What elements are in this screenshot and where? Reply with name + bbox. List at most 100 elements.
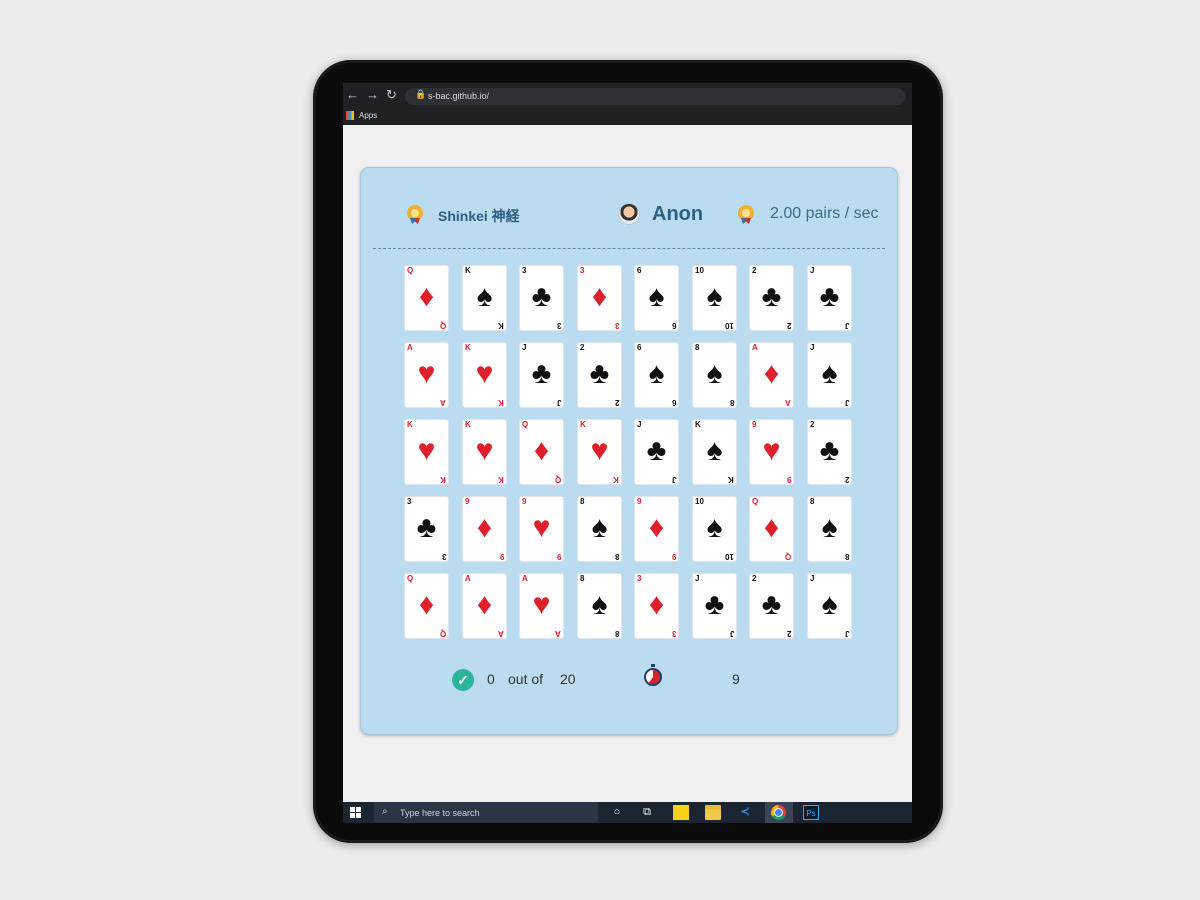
card-rank-bottom: 6 (671, 321, 676, 330)
playing-card[interactable]: Q ♦ Q (520, 420, 563, 484)
browser-toolbar: ← → ↻ 🔒 s-bac.github.io/ Apps (343, 83, 912, 125)
file-explorer-icon[interactable] (705, 805, 721, 820)
playing-card[interactable]: J ♣ J (693, 574, 736, 638)
player-name: Anon (652, 203, 704, 225)
playing-card[interactable]: Q ♦ Q (405, 574, 448, 638)
playing-card[interactable]: K ♠ K (693, 420, 736, 484)
vscode-icon[interactable]: ≺ (737, 805, 753, 820)
card-suit-icon: ♥ (417, 434, 436, 467)
card-rank: J (695, 574, 700, 583)
playing-card[interactable]: 2 ♣ 2 (808, 420, 851, 484)
apps-bookmark[interactable]: Apps (359, 111, 377, 120)
forward-arrow-icon[interactable]: → (366, 88, 379, 102)
medal-icon (407, 205, 423, 221)
card-rank-bottom: 9 (786, 475, 791, 484)
playing-card[interactable]: 2 ♣ 2 (750, 266, 793, 330)
playing-card[interactable]: K ♥ K (463, 420, 506, 484)
speed-medal-icon (738, 205, 754, 221)
playing-card[interactable]: 2 ♣ 2 (750, 574, 793, 638)
address-bar[interactable]: 🔒 s-bac.github.io/ (405, 88, 905, 105)
card-rank: 3 (580, 266, 585, 275)
card-rank: 3 (637, 574, 642, 583)
photoshop-icon[interactable]: Ps (803, 805, 819, 820)
card-rank-bottom: J (844, 321, 849, 330)
playing-card[interactable]: 2 ♣ 2 (578, 343, 621, 407)
taskbar-search[interactable]: ⌕ Type here to search (374, 802, 598, 823)
card-suit-icon: ♦ (648, 588, 665, 621)
playing-card[interactable]: 3 ♣ 3 (405, 497, 448, 561)
card-suit-icon: ♥ (762, 434, 781, 467)
playing-card[interactable]: 3 ♣ 3 (520, 266, 563, 330)
playing-card[interactable]: 3 ♦ 3 (578, 266, 621, 330)
card-rank-bottom: 8 (614, 629, 619, 638)
playing-card[interactable]: 9 ♦ 9 (463, 497, 506, 561)
card-suit-icon: ♣ (531, 357, 552, 390)
card-rank-bottom: 3 (614, 321, 619, 330)
card-suit-icon: ♥ (417, 357, 436, 390)
playing-card[interactable]: 8 ♠ 8 (578, 497, 621, 561)
card-rank-bottom: J (671, 475, 676, 484)
card-rank: A (752, 343, 758, 352)
playing-card[interactable]: 10 ♠ 10 (693, 497, 736, 561)
card-suit-icon: ♠ (476, 280, 493, 313)
card-rank: A (465, 574, 471, 583)
game-header: Shinkei 神経 Anon 2.00 pairs / sec (361, 168, 897, 248)
back-arrow-icon[interactable]: ← (346, 88, 359, 102)
matched-count: 0 (487, 671, 495, 687)
chrome-icon[interactable] (771, 805, 786, 820)
playing-card[interactable]: 9 ♥ 9 (750, 420, 793, 484)
card-rank-bottom: 10 (725, 552, 734, 561)
task-view-icon[interactable]: ⧉ (639, 805, 655, 820)
playing-card[interactable]: A ♦ A (463, 574, 506, 638)
playing-card[interactable]: J ♣ J (808, 266, 851, 330)
playing-card[interactable]: 8 ♠ 8 (808, 497, 851, 561)
game-title: Shinkei 神経 (438, 208, 520, 224)
playing-card[interactable]: A ♦ A (750, 343, 793, 407)
playing-card[interactable]: K ♥ K (578, 420, 621, 484)
card-rank-bottom: K (440, 475, 446, 484)
card-rank-bottom: J (844, 629, 849, 638)
playing-card[interactable]: K ♠ K (463, 266, 506, 330)
playing-card[interactable]: 10 ♠ 10 (693, 266, 736, 330)
playing-card[interactable]: A ♥ A (520, 574, 563, 638)
card-suit-icon: ♠ (706, 280, 723, 313)
card-suit-icon: ♣ (819, 434, 840, 467)
playing-card[interactable]: J ♣ J (520, 343, 563, 407)
card-rank-bottom: 2 (844, 475, 849, 484)
playing-card[interactable]: 9 ♦ 9 (635, 497, 678, 561)
card-rank-bottom: 9 (671, 552, 676, 561)
playing-card[interactable]: K ♥ K (463, 343, 506, 407)
playing-card[interactable]: J ♣ J (635, 420, 678, 484)
card-rank-bottom: J (844, 398, 849, 407)
playing-card[interactable]: 8 ♠ 8 (578, 574, 621, 638)
card-rank: 9 (752, 420, 757, 429)
nav-row: ← → ↻ 🔒 s-bac.github.io/ (343, 85, 912, 107)
web-page: Shinkei 神経 Anon 2.00 pairs / sec Q ♦ Q K ♠ K 3… (343, 125, 912, 802)
apps-grid-icon[interactable] (346, 111, 354, 120)
card-suit-icon: ♦ (763, 511, 780, 544)
card-rank: Q (407, 266, 414, 275)
playing-card[interactable]: 8 ♠ 8 (693, 343, 736, 407)
avatar (618, 203, 640, 225)
playing-card[interactable]: 6 ♠ 6 (635, 266, 678, 330)
card-rank: J (810, 343, 815, 352)
reload-icon[interactable]: ↻ (386, 88, 397, 102)
check-icon: ✓ (452, 669, 474, 691)
card-rank: 8 (580, 497, 585, 506)
playing-card[interactable]: 9 ♥ 9 (520, 497, 563, 561)
playing-card[interactable]: Q ♦ Q (405, 266, 448, 330)
sticky-notes-icon[interactable] (673, 805, 689, 820)
card-rank: K (465, 420, 471, 429)
playing-card[interactable]: J ♠ J (808, 574, 851, 638)
playing-card[interactable]: 6 ♠ 6 (635, 343, 678, 407)
playing-card[interactable]: J ♠ J (808, 343, 851, 407)
playing-card[interactable]: K ♥ K (405, 420, 448, 484)
playing-card[interactable]: 3 ♦ 3 (635, 574, 678, 638)
playing-card[interactable]: A ♥ A (405, 343, 448, 407)
windows-taskbar: ⌕ Type here to search ○ ⧉ ≺ Ps (343, 802, 912, 823)
windows-start-icon[interactable] (350, 807, 361, 818)
cortana-icon[interactable]: ○ (609, 805, 625, 820)
card-rank: K (695, 420, 701, 429)
card-rank-bottom: 3 (671, 629, 676, 638)
playing-card[interactable]: Q ♦ Q (750, 497, 793, 561)
